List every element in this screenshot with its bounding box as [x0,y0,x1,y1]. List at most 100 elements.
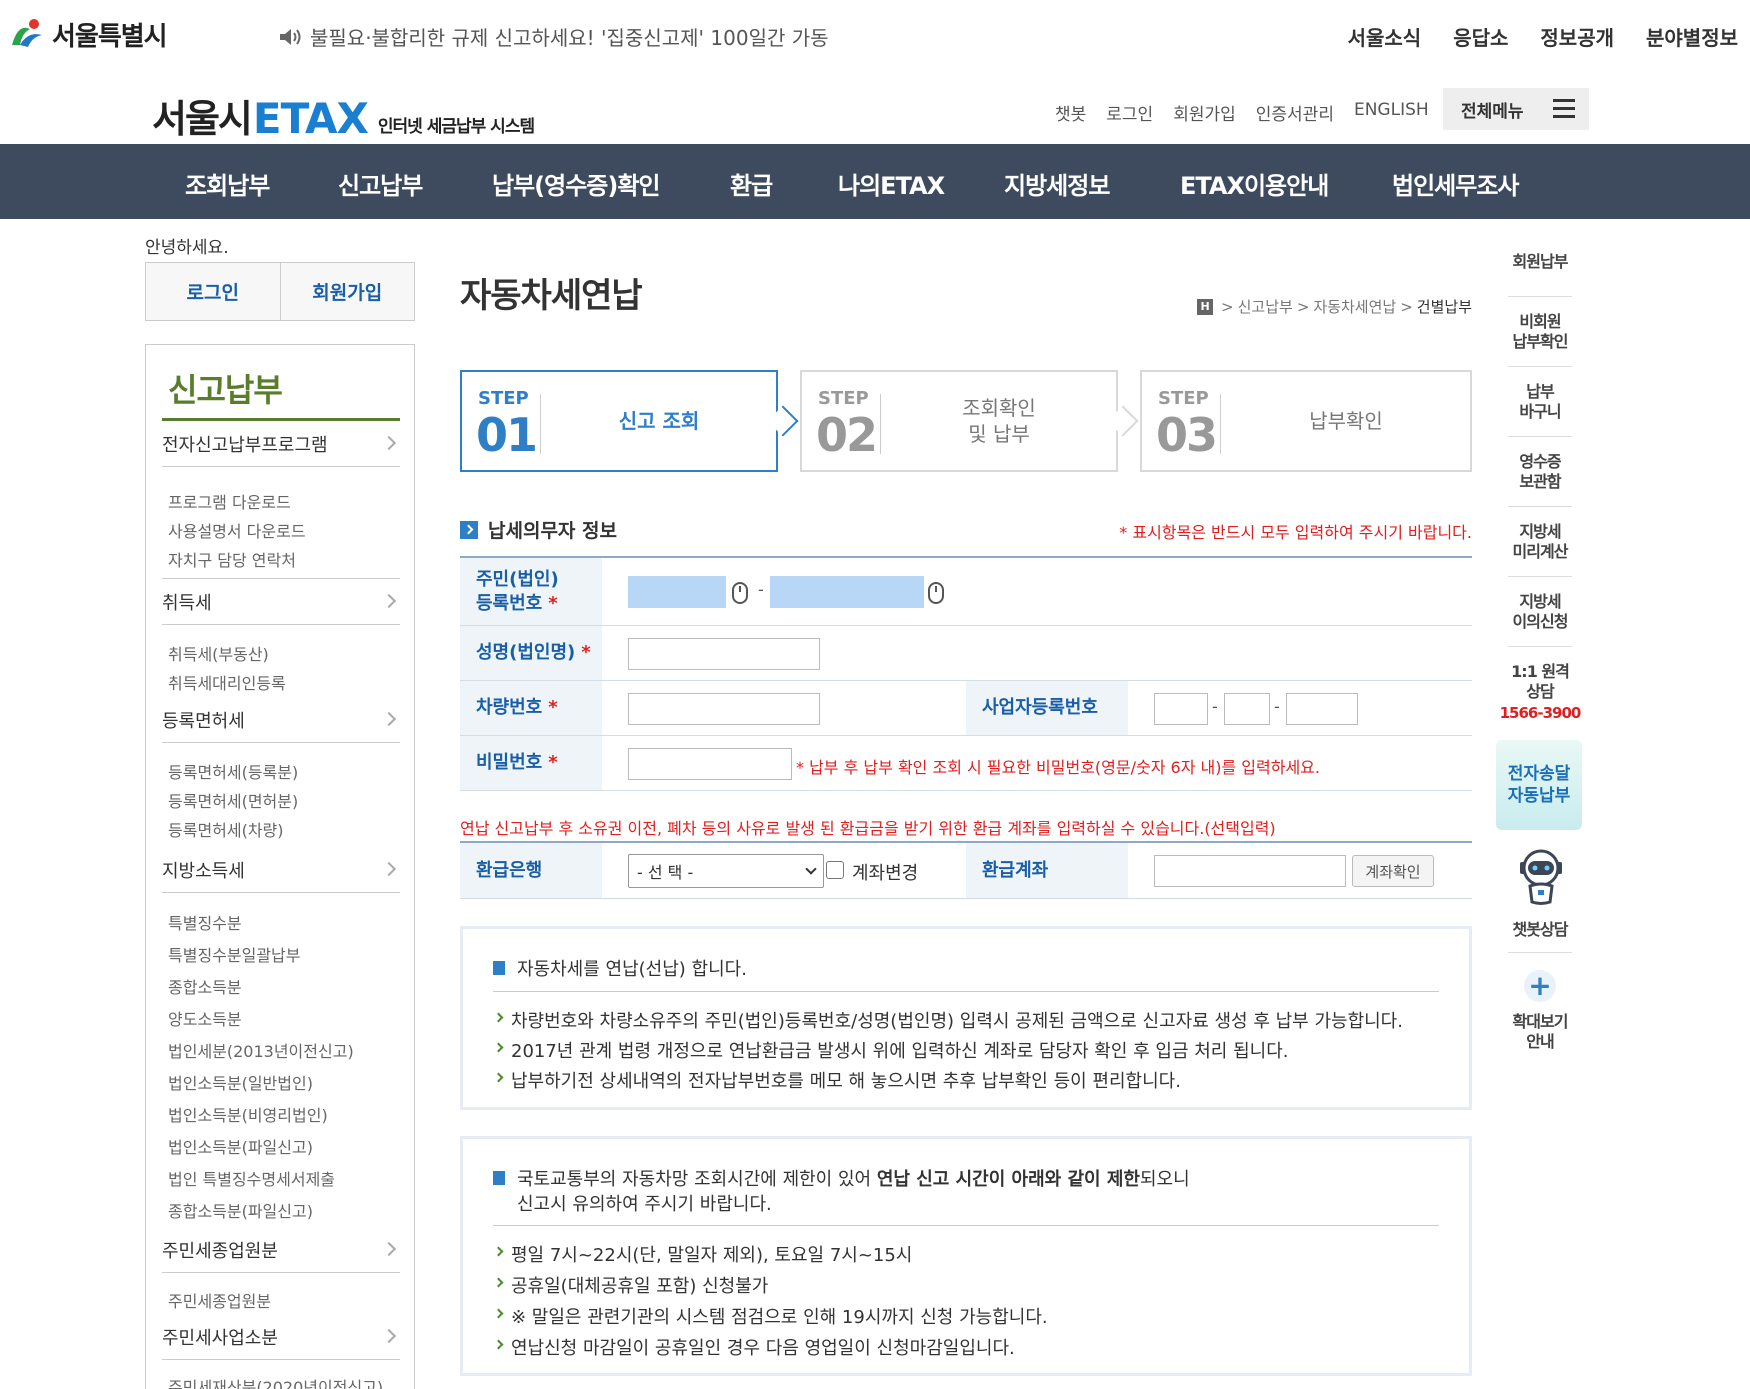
sidebar-subitem[interactable]: 법인소득분(파일신고) [168,1134,313,1158]
page-title: 자동차세연납 [460,276,643,316]
sidebar-subitem[interactable]: 법인소득분(일반법인) [168,1070,313,1094]
required-mark: * [548,697,558,718]
sidebar-section-local-income[interactable]: 지방소득세 [162,847,400,893]
sidebar-subitem[interactable]: 등록면허세(차량) [168,817,284,841]
quick-payment-basket[interactable]: 납부 바구니 [1492,382,1588,422]
sidebar-login-button[interactable]: 로그인 [146,263,280,320]
quick-nonmember-check[interactable]: 비회원 납부확인 [1492,312,1588,352]
sidebar-subitem[interactable]: 법인소득분(비영리법인) [168,1102,328,1126]
sidebar-subitem[interactable]: 취득세대리인등록 [168,670,286,694]
util-english-link[interactable]: ENGLISH [1354,100,1429,125]
utility-links: 챗봇 로그인 회원가입 인증서관리 ENGLISH [1055,100,1449,125]
quick-receipt-box[interactable]: 영수증 보관함 [1492,452,1588,492]
etax-logo[interactable]: 서울시 ETAX 인터넷 세금납부 시스템 [152,88,535,143]
notice-banner[interactable]: 불필요·불합리한 규제 신고하세요! '집중신고제' 100일간 가동 [278,22,829,51]
quick-member-payment[interactable]: 회원납부 [1492,252,1588,272]
topnav-field-info[interactable]: 분야별정보 [1646,22,1738,51]
sidebar-section-acquisition[interactable]: 취득세 [162,579,400,625]
util-join-link[interactable]: 회원가입 [1173,100,1236,125]
quick-label: 회원납부 [1512,252,1569,271]
all-menu-button[interactable]: 전체메뉴 [1443,88,1589,130]
gnb-my-etax[interactable]: 나의ETAX [838,166,945,201]
sidebar-subitem[interactable]: 양도소득분 [168,1006,242,1030]
refund-account-label: 환급계좌 [966,843,1128,898]
util-chatbot-link[interactable]: 챗봇 [1055,100,1086,125]
gnb-receipt-check[interactable]: 납부(영수증)확인 [492,166,660,201]
info-item: ※ 말일은 관련기관의 시스템 점검으로 인해 19시까지 신청 가능합니다. [493,1303,1439,1329]
sidebar-subitem[interactable]: 프로그램 다운로드 [168,489,291,513]
breadcrumb-separator: > [1400,297,1413,316]
sidebar-subitem[interactable]: 등록면허세(등록분) [168,759,298,783]
quick-label: 상담 [1526,682,1554,701]
sidebar-section-registration-license[interactable]: 등록면허세 [162,697,400,743]
util-login-link[interactable]: 로그인 [1106,100,1153,125]
sidebar-subitem[interactable]: 등록면허세(면허분) [168,788,298,812]
step-arrow-icon [767,405,799,437]
biz-number-input-3[interactable] [1286,693,1358,725]
sidebar-section-program[interactable]: 전자신고납부프로그램 [162,421,400,467]
sidebar-subitem[interactable]: 법인 특별징수명세서제출 [168,1166,335,1190]
info-divider [493,1225,1439,1226]
required-mark: * [581,642,591,663]
info-divider [493,991,1439,992]
chatbot-robot-icon[interactable] [1516,848,1566,906]
sidebar-subitem[interactable]: 종합소득분(파일신고) [168,1198,313,1222]
sidebar-subitem[interactable]: 특별징수분일괄납부 [168,942,300,966]
zoom-plus-icon[interactable]: + [1524,970,1556,1002]
chevron-right-icon [381,1241,397,1257]
topnav-response-center[interactable]: 응답소 [1453,22,1508,51]
sidebar-subitem[interactable]: 취득세(부동산) [168,641,269,665]
gnb-etax-guide[interactable]: ETAX이용안내 [1180,166,1329,201]
gnb-inquiry-payment[interactable]: 조회납부 [185,166,270,201]
name-input[interactable] [628,638,820,670]
sidebar-subitem[interactable]: 사용설명서 다운로드 [168,518,306,542]
step-number: 03 [1156,408,1218,462]
form-row-rrn: 주민(법인) 등록번호 * - [460,558,1472,626]
sidebar-subitem[interactable]: 주민세재산분(2020년이전신고) [168,1374,383,1389]
virtual-keyboard-mouse-icon[interactable] [928,582,944,604]
biz-number-input-2[interactable] [1224,693,1270,725]
quick-zoom-guide[interactable]: 확대보기 안내 [1492,1012,1588,1052]
sidebar-subitem[interactable]: 자치구 담당 연락처 [168,547,296,571]
etax-logo-sub: 인터넷 세금납부 시스템 [377,117,535,137]
virtual-keyboard-mouse-icon[interactable] [732,582,748,604]
sidebar-subitem[interactable]: 법인세분(2013년이전신고) [168,1038,354,1062]
rrn-back-input[interactable] [770,576,924,608]
quick-label: 1:1 원격 [1511,662,1570,681]
sidebar-subitem[interactable]: 주민세종업원분 [168,1288,271,1312]
account-check-button[interactable]: 계좌확인 [1352,855,1434,887]
sidebar-section-resident-employee[interactable]: 주민세종업원분 [162,1227,400,1273]
breadcrumb-item[interactable]: 신고납부 [1238,296,1293,317]
quick-auto-payment[interactable]: 전자송달 자동납부 [1496,740,1582,830]
gnb-corporate-audit[interactable]: 법인세무조사 [1392,166,1519,201]
quick-divider [1508,646,1572,647]
gnb-report-payment[interactable]: 신고납부 [338,166,423,201]
gnb-local-tax-info[interactable]: 지방세정보 [1004,166,1110,201]
step-divider [880,394,881,454]
breadcrumb-item[interactable]: 자동차세연납 [1313,296,1396,317]
info-bullet-icon [493,1171,505,1185]
sidebar-subitem[interactable]: 특별징수분 [168,910,242,934]
sidebar-join-button[interactable]: 회원가입 [279,263,415,320]
refund-account-input[interactable] [1154,855,1346,887]
refund-bank-select[interactable]: - 선 택 - [628,854,824,888]
seoul-logo[interactable]: 서울특별시 [8,14,168,54]
util-cert-link[interactable]: 인증서관리 [1256,100,1334,125]
quick-chatbot-label[interactable]: 챗봇상담 [1492,920,1588,940]
quick-tax-objection[interactable]: 지방세 이의신청 [1492,592,1588,632]
home-icon[interactable]: H [1197,298,1214,315]
quick-remote-support[interactable]: 1:1 원격 상담 [1492,662,1588,702]
sidebar-section-resident-business[interactable]: 주민세사업소분 [162,1314,400,1360]
password-input[interactable] [628,748,792,780]
info-box-head-text: 자동차세를 연납(선납) 합니다. [517,959,747,980]
account-change-checkbox[interactable] [826,861,844,879]
topnav-info-disclosure[interactable]: 정보공개 [1540,22,1614,51]
gnb-refund[interactable]: 환급 [730,166,773,201]
car-number-input[interactable] [628,693,820,725]
sidebar-subitem[interactable]: 종합소득분 [168,974,242,998]
rrn-front-input[interactable] [628,576,726,608]
quick-tax-calculator[interactable]: 지방세 미리계산 [1492,522,1588,562]
biz-number-input-1[interactable] [1154,693,1208,725]
topnav-seoul-news[interactable]: 서울소식 [1348,22,1422,51]
info-item: 납부하기전 상세내역의 전자납부번호를 메모 해 놓으시면 추후 납부확인 등이… [493,1067,1439,1093]
